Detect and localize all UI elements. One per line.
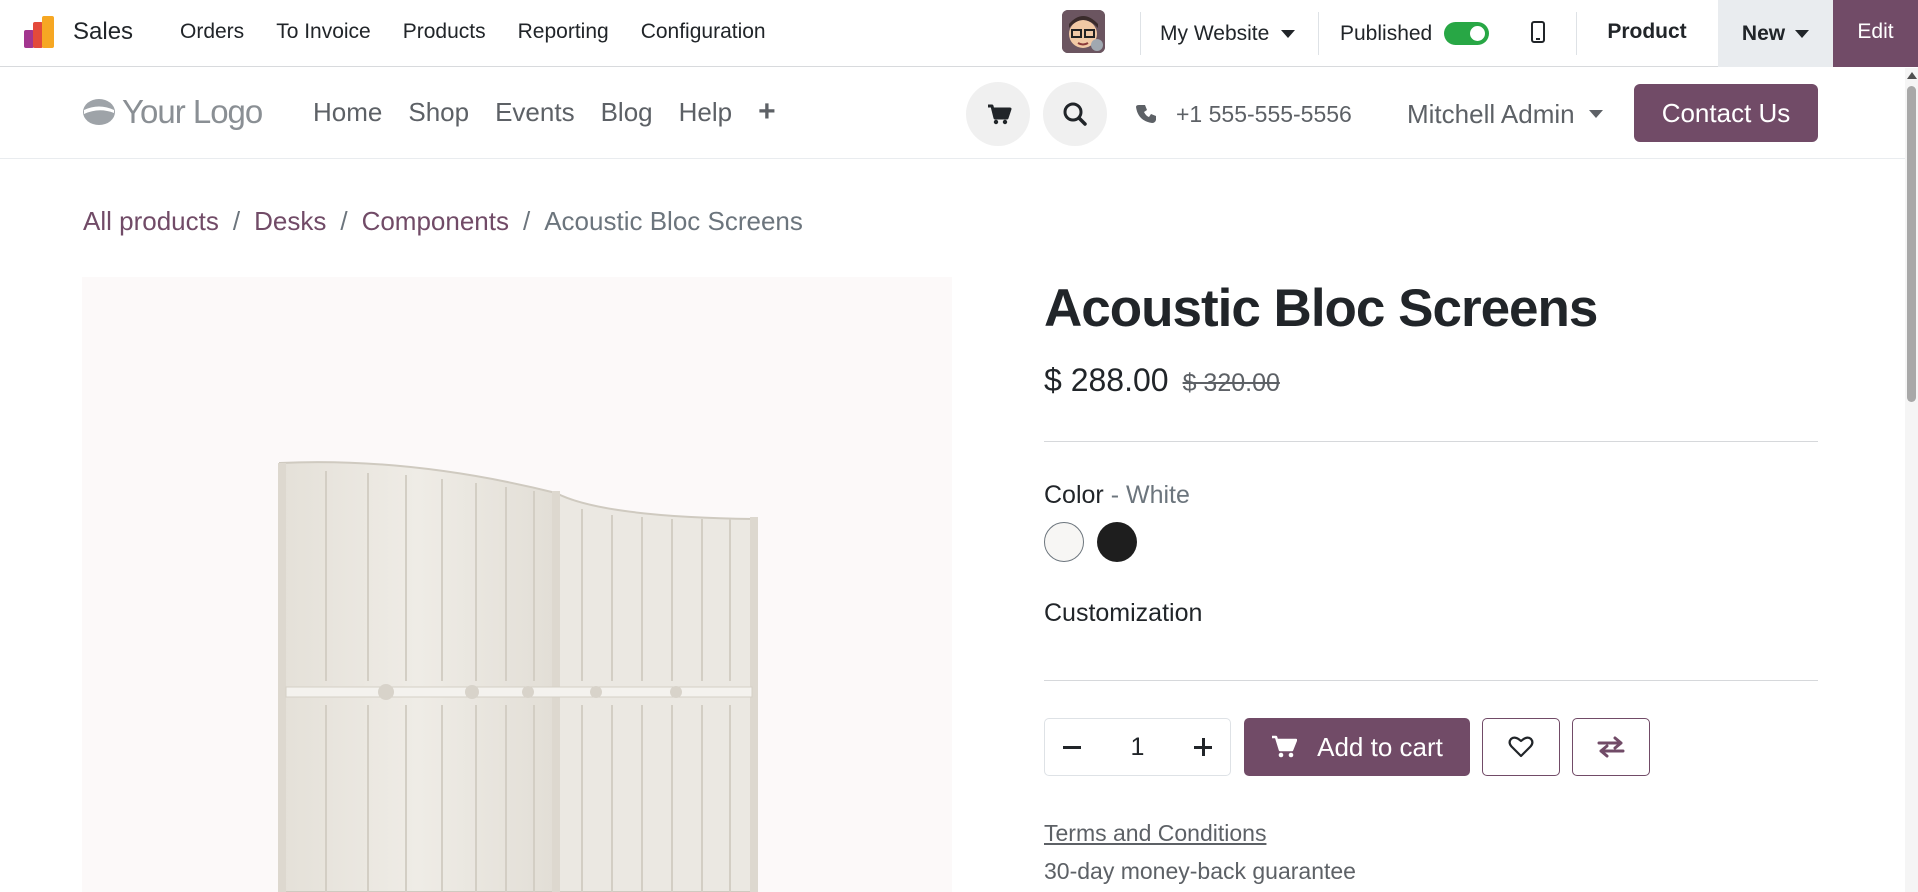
divider xyxy=(1140,12,1141,55)
product-button[interactable]: Product xyxy=(1576,0,1718,67)
breadcrumb-desks[interactable]: Desks xyxy=(254,206,326,242)
user-menu[interactable]: Mitchell Admin xyxy=(1407,68,1603,159)
quantity-stepper: 1 xyxy=(1044,718,1231,776)
minus-icon[interactable] xyxy=(1063,745,1081,749)
nav-events[interactable]: Events xyxy=(482,68,588,159)
color-label-text: Color xyxy=(1044,481,1104,509)
mobile-icon[interactable] xyxy=(1531,21,1545,43)
user-avatar[interactable] xyxy=(1062,10,1105,53)
product-old-price: $ 320.00 xyxy=(1182,369,1280,397)
color-value: White xyxy=(1125,481,1190,509)
published-toggle[interactable] xyxy=(1444,22,1490,45)
nav-help[interactable]: Help xyxy=(666,68,745,159)
breadcrumb: All products / Desks / Components / Acou… xyxy=(83,206,803,242)
color-swatch-black[interactable] xyxy=(1097,522,1137,562)
chevron-down-icon xyxy=(1588,109,1603,118)
sales-app-icon[interactable] xyxy=(22,14,58,50)
nav-home[interactable]: Home xyxy=(300,68,395,159)
menu-reporting[interactable]: Reporting xyxy=(502,0,625,67)
price-row: $ 288.00 $ 320.00 xyxy=(1044,362,1280,399)
phone-contact[interactable]: +1 555-555-5556 xyxy=(1136,68,1352,159)
divider xyxy=(1044,680,1818,681)
compare-button[interactable] xyxy=(1572,718,1650,776)
menu-products[interactable]: Products xyxy=(387,0,502,67)
nav-shop[interactable]: Shop xyxy=(395,68,482,159)
chevron-down-icon xyxy=(1281,29,1296,38)
breadcrumb-all-products[interactable]: All products xyxy=(83,206,219,242)
plus-icon[interactable] xyxy=(1194,738,1212,756)
cart-button[interactable] xyxy=(966,82,1030,146)
edit-button[interactable]: Edit xyxy=(1833,0,1918,67)
phone-icon xyxy=(1136,104,1156,123)
product-image[interactable] xyxy=(82,277,952,892)
published-label: Published xyxy=(1340,21,1433,45)
new-dropdown-button[interactable]: New xyxy=(1718,0,1833,67)
add-page-plus-icon[interactable]: + xyxy=(745,68,789,159)
new-button-label: New xyxy=(1741,21,1786,45)
shopping-cart-icon xyxy=(988,104,1012,125)
search-icon xyxy=(1063,102,1087,126)
terms-link[interactable]: Terms and Conditions xyxy=(1044,820,1266,847)
color-attribute-label: Color - White xyxy=(1044,481,1190,510)
color-separator: - xyxy=(1103,481,1126,509)
menu-orders[interactable]: Orders xyxy=(164,0,260,67)
divider xyxy=(1044,441,1818,442)
shopping-cart-icon xyxy=(1272,735,1298,758)
breadcrumb-components[interactable]: Components xyxy=(362,206,509,242)
user-name: Mitchell Admin xyxy=(1407,98,1575,129)
chevron-down-icon xyxy=(1795,29,1810,38)
avatar-face-icon xyxy=(1062,10,1105,53)
breadcrumb-separator: / xyxy=(522,206,531,236)
top-menu: Orders To Invoice Products Reporting Con… xyxy=(164,0,782,67)
site-logo[interactable]: Your Logo xyxy=(82,92,263,132)
site-nav: Home Shop Events Blog Help + xyxy=(300,68,789,159)
menu-to-invoice[interactable]: To Invoice xyxy=(260,0,387,67)
nav-blog[interactable]: Blog xyxy=(588,68,666,159)
guarantee-text: 30-day money-back guarantee xyxy=(1044,858,1356,884)
search-button[interactable] xyxy=(1043,82,1107,146)
menu-configuration[interactable]: Configuration xyxy=(625,0,782,67)
breadcrumb-current: Acoustic Bloc Screens xyxy=(544,206,803,236)
website-header: Your Logo Home Shop Events Blog Help + +… xyxy=(0,68,1905,159)
acoustic-screen-illustration xyxy=(278,461,758,892)
phone-number: +1 555-555-5556 xyxy=(1176,100,1352,127)
add-to-cart-label: Add to cart xyxy=(1317,731,1443,762)
scrollbar-thumb[interactable] xyxy=(1907,86,1916,402)
published-toggle-group: Published xyxy=(1340,0,1490,67)
wishlist-button[interactable] xyxy=(1482,718,1560,776)
scroll-up-arrow-icon[interactable] xyxy=(1907,72,1917,79)
product-price: $ 288.00 xyxy=(1044,362,1169,398)
contact-us-button[interactable]: Contact Us xyxy=(1634,84,1818,142)
app-name[interactable]: Sales xyxy=(73,0,133,67)
compare-arrows-icon xyxy=(1597,736,1625,758)
add-to-cart-button[interactable]: Add to cart xyxy=(1244,718,1470,776)
website-selector[interactable]: My Website xyxy=(1160,0,1296,67)
breadcrumb-separator: / xyxy=(340,206,348,236)
customization-label: Customization xyxy=(1044,599,1203,627)
odoo-top-bar: Sales Orders To Invoice Products Reporti… xyxy=(0,0,1918,67)
logo-mark-icon xyxy=(83,99,115,125)
quantity-input[interactable]: 1 xyxy=(1131,733,1145,762)
divider xyxy=(1318,12,1319,55)
breadcrumb-separator: / xyxy=(232,206,241,236)
logo-text: Your Logo xyxy=(122,93,263,130)
heart-icon xyxy=(1508,736,1534,758)
website-selector-label: My Website xyxy=(1160,21,1270,45)
color-swatch-white[interactable] xyxy=(1044,522,1084,562)
product-title: Acoustic Bloc Screens xyxy=(1044,279,1598,338)
